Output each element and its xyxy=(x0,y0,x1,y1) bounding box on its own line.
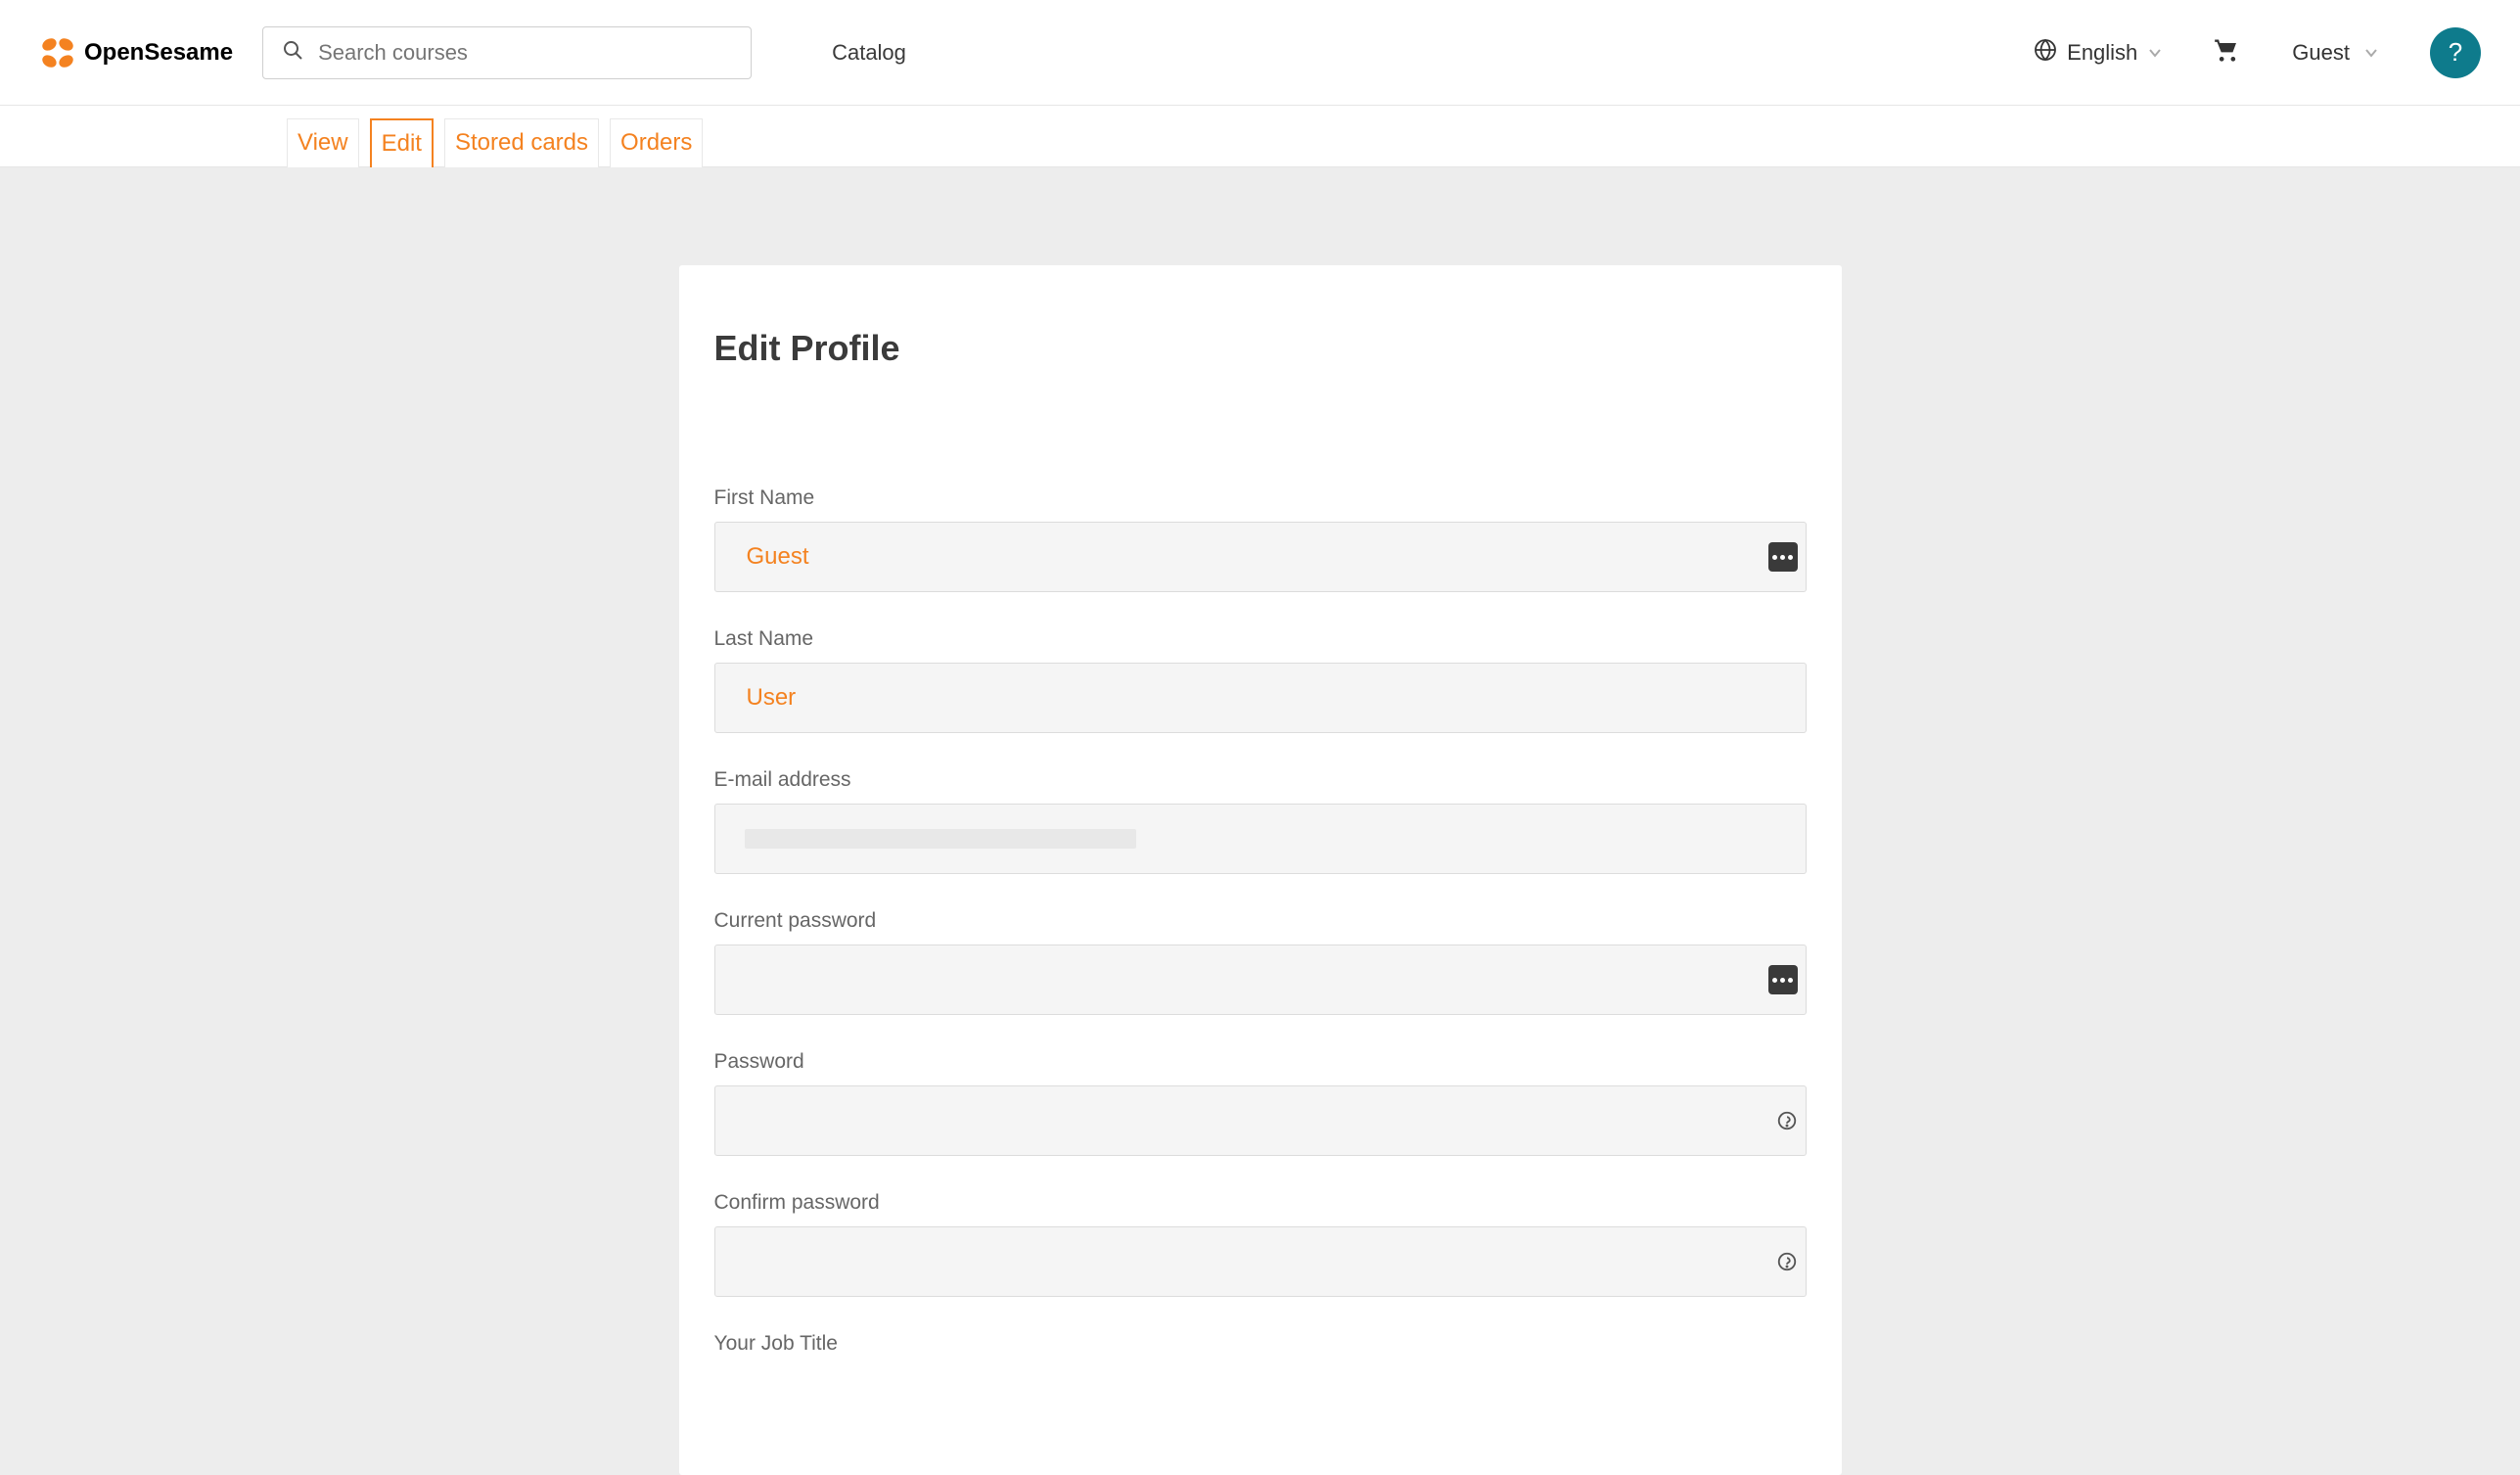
catalog-link[interactable]: Catalog xyxy=(832,40,906,66)
field-current-password: Current password xyxy=(714,909,1807,1015)
user-menu[interactable]: Guest xyxy=(2292,40,2379,66)
globe-icon xyxy=(2034,38,2057,68)
email-value-redacted xyxy=(745,829,1136,849)
search-icon xyxy=(281,38,304,67)
page-title: Edit Profile xyxy=(714,328,1807,369)
nav-right: English Guest ? xyxy=(2034,27,2481,78)
field-email: E-mail address xyxy=(714,768,1807,874)
profile-tabs: View Edit Stored cards Orders xyxy=(0,106,2520,167)
logo-icon xyxy=(39,34,76,71)
help-icon: ? xyxy=(2449,37,2462,68)
email-label: E-mail address xyxy=(714,768,1807,792)
first-name-label: First Name xyxy=(714,486,1807,510)
help-button[interactable]: ? xyxy=(2430,27,2481,78)
language-label: English xyxy=(2067,40,2137,66)
chevron-down-icon xyxy=(2363,45,2379,61)
current-password-input[interactable] xyxy=(745,965,1776,994)
search-input[interactable] xyxy=(316,39,733,67)
user-label: Guest xyxy=(2292,40,2350,66)
password-label: Password xyxy=(714,1050,1807,1074)
confirm-password-label: Confirm password xyxy=(714,1191,1807,1215)
job-title-label: Your Job Title xyxy=(714,1332,1807,1356)
last-name-label: Last Name xyxy=(714,627,1807,651)
autofill-icon[interactable] xyxy=(1768,965,1798,994)
password-hint-icon[interactable] xyxy=(1776,1110,1798,1131)
field-confirm-password: Confirm password xyxy=(714,1191,1807,1297)
profile-card: Edit Profile First Name Last Name E-mail… xyxy=(679,265,1842,1475)
password-input[interactable] xyxy=(745,1106,1776,1135)
password-hint-icon[interactable] xyxy=(1776,1251,1798,1272)
field-password: Password xyxy=(714,1050,1807,1156)
tab-view[interactable]: View xyxy=(287,118,359,167)
top-nav: OpenSesame Catalog English xyxy=(0,0,2520,106)
chevron-down-icon xyxy=(2147,45,2163,61)
current-password-label: Current password xyxy=(714,909,1807,933)
first-name-input[interactable] xyxy=(745,542,1776,572)
language-selector[interactable]: English xyxy=(2034,38,2163,68)
tab-edit[interactable]: Edit xyxy=(370,118,434,167)
confirm-password-input[interactable] xyxy=(745,1247,1776,1276)
field-last-name: Last Name xyxy=(714,627,1807,733)
brand-name: OpenSesame xyxy=(84,39,233,67)
field-job-title: Your Job Title xyxy=(714,1332,1807,1356)
last-name-input[interactable] xyxy=(745,683,1776,713)
field-first-name: First Name xyxy=(714,486,1807,592)
autofill-icon[interactable] xyxy=(1768,542,1798,572)
tab-stored-cards[interactable]: Stored cards xyxy=(444,118,599,167)
tab-orders[interactable]: Orders xyxy=(610,118,703,167)
brand-logo[interactable]: OpenSesame xyxy=(39,34,233,71)
cart-icon[interactable] xyxy=(2214,36,2241,69)
search-box[interactable] xyxy=(262,26,752,79)
